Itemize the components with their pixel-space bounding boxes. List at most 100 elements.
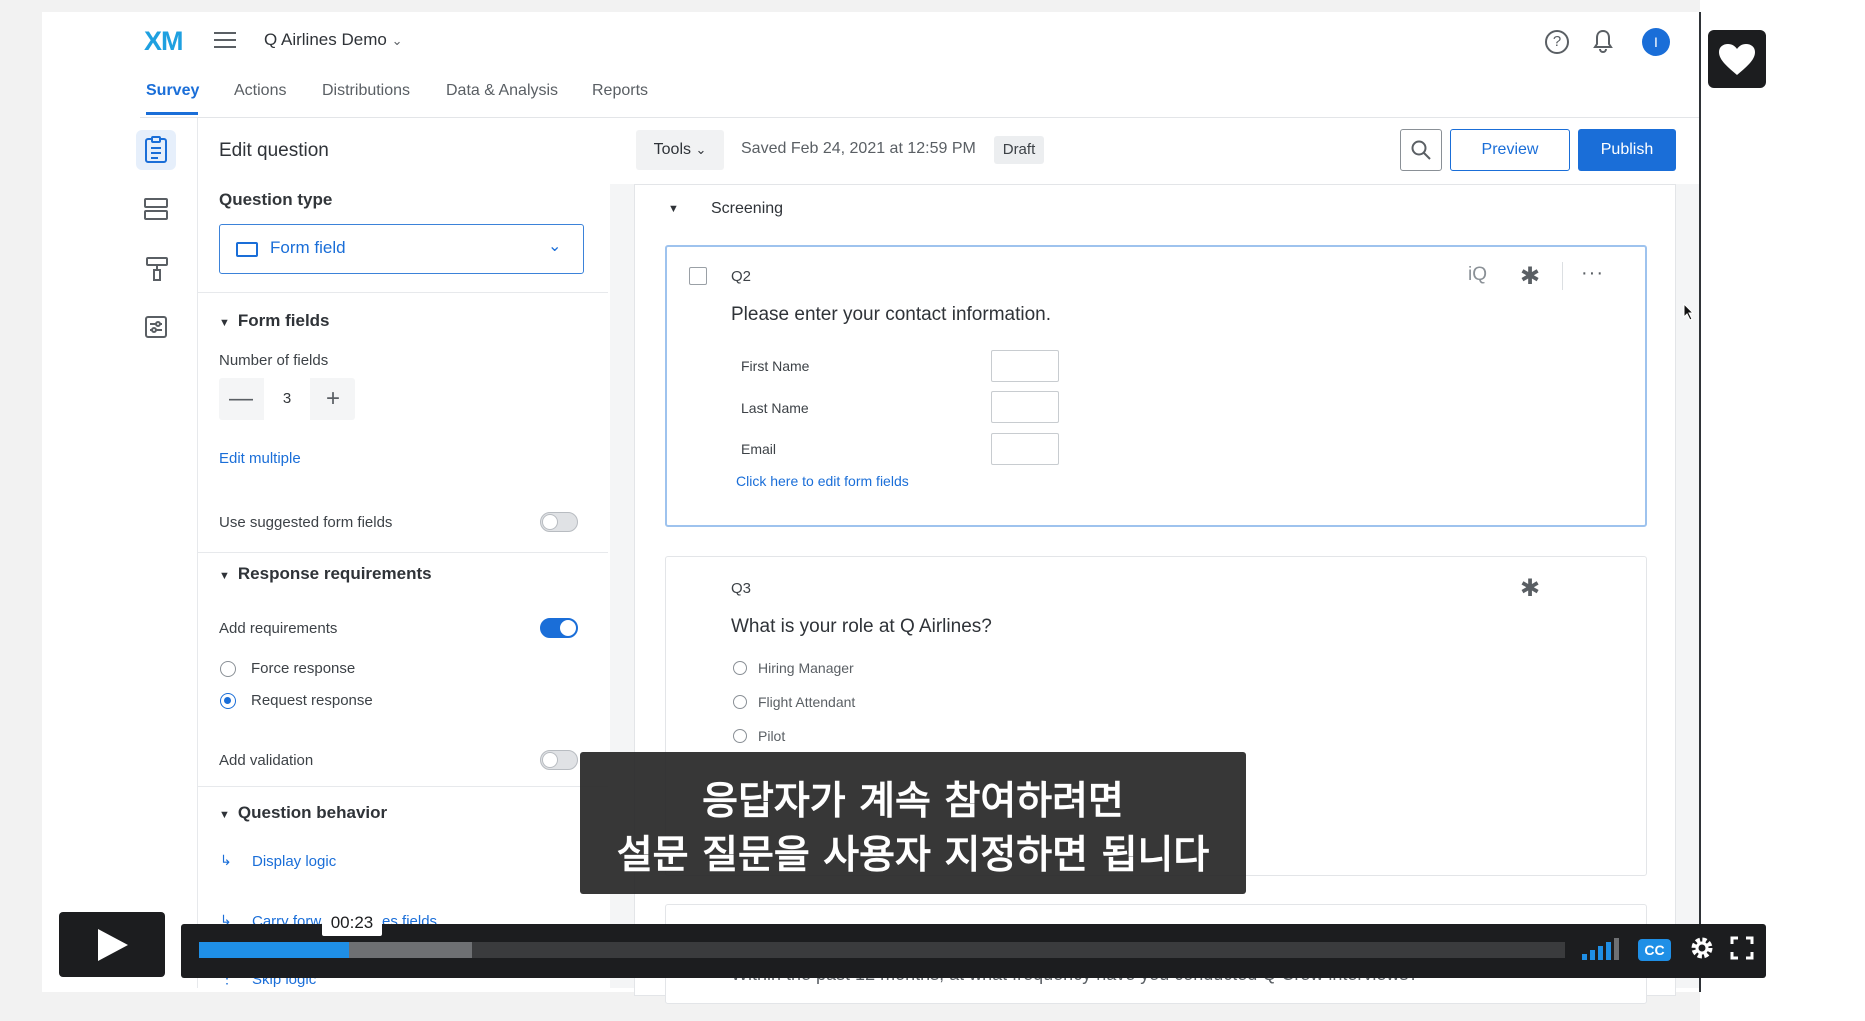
heart-icon	[1719, 44, 1755, 75]
fullscreen-icon[interactable]	[1730, 936, 1754, 965]
response-req-title: Response requirements	[237, 564, 432, 583]
display-logic-icon: ↳	[220, 852, 232, 868]
settings-gear-icon[interactable]	[1688, 934, 1716, 967]
volume-icon[interactable]	[1582, 938, 1622, 960]
caret-down-icon[interactable]: ▼	[668, 203, 679, 215]
tab-survey[interactable]: Survey	[146, 82, 199, 100]
panel-border	[197, 118, 198, 988]
edit-form-fields-link[interactable]: Click here to edit form fields	[736, 473, 909, 489]
active-tab-indicator	[146, 112, 198, 115]
asterisk-icon[interactable]: ✱	[1520, 574, 1540, 603]
captions-button[interactable]: CC	[1638, 939, 1671, 961]
request-response-radio[interactable]	[220, 693, 236, 709]
section-divider	[198, 786, 608, 787]
chevron-down-icon: ⌄	[391, 33, 403, 48]
question-behavior-section[interactable]: ▼ Question behavior	[219, 803, 387, 823]
question-behavior-title: Question behavior	[237, 803, 388, 822]
field-label-first-name: First Name	[741, 358, 810, 374]
tab-reports[interactable]: Reports	[592, 82, 648, 100]
play-button[interactable]	[59, 912, 165, 977]
number-of-fields-value[interactable]: 3	[264, 378, 310, 420]
response-req-section[interactable]: ▼ Response requirements	[219, 564, 432, 584]
caret-down-icon: ▼	[219, 570, 230, 582]
force-response-label: Force response	[251, 660, 356, 677]
question-text[interactable]: Please enter your contact information.	[731, 304, 1051, 326]
survey-options-icon[interactable]	[144, 315, 168, 344]
option-radio[interactable]	[733, 729, 747, 743]
section-divider	[198, 552, 608, 553]
use-suggested-label: Use suggested form fields	[219, 514, 393, 531]
question-type-label: Question type	[219, 190, 333, 209]
first-name-input[interactable]	[991, 350, 1059, 382]
draft-badge: Draft	[994, 136, 1044, 164]
tab-distributions[interactable]: Distributions	[322, 82, 410, 100]
mouse-cursor-icon	[1683, 302, 1695, 326]
form-fields-title: Form fields	[237, 311, 330, 330]
option-label: Hiring Manager	[758, 660, 854, 676]
menu-icon[interactable]	[214, 32, 236, 53]
tab-data-analysis[interactable]: Data & Analysis	[446, 82, 558, 100]
request-response-label: Request response	[251, 692, 373, 709]
increment-button[interactable]: +	[311, 378, 355, 420]
time-tooltip: 00:23	[322, 910, 382, 936]
survey-flow-icon[interactable]	[143, 197, 169, 226]
caret-down-icon: ▼	[219, 809, 230, 821]
question-id: Q2	[731, 268, 752, 285]
tools-label: Tools	[653, 141, 691, 158]
bell-icon[interactable]	[1592, 28, 1614, 59]
edit-multiple-link[interactable]: Edit multiple	[219, 450, 301, 467]
question-id: Q3	[731, 580, 752, 597]
help-icon[interactable]: ?	[1545, 30, 1569, 54]
progress-played	[199, 942, 349, 958]
search-button[interactable]	[1400, 129, 1442, 171]
decrement-button[interactable]: —	[219, 378, 263, 420]
last-name-input[interactable]	[991, 391, 1059, 423]
screen-edge	[1699, 12, 1701, 992]
option-radio[interactable]	[733, 661, 747, 675]
xm-logo[interactable]: XM	[144, 26, 183, 57]
form-fields-section[interactable]: ▼ Form fields	[219, 311, 330, 331]
add-requirements-label: Add requirements	[219, 620, 338, 637]
project-name: Q Airlines Demo	[264, 30, 387, 49]
publish-button[interactable]: Publish	[1578, 129, 1676, 171]
play-icon	[98, 929, 128, 961]
subtitle-line-2: 설문 질문을 사용자 지정하면 됩니다	[616, 833, 1210, 878]
project-switcher[interactable]: Q Airlines Demo ⌄	[264, 30, 402, 50]
option-label: Pilot	[758, 728, 786, 744]
display-logic-link[interactable]: Display logic	[252, 853, 336, 870]
add-validation-toggle[interactable]	[540, 750, 578, 770]
section-divider	[198, 292, 608, 293]
survey-builder-icon[interactable]	[143, 136, 169, 169]
option-radio[interactable]	[733, 695, 747, 709]
tab-actions[interactable]: Actions	[234, 82, 286, 100]
like-button[interactable]	[1708, 30, 1766, 88]
preview-button[interactable]: Preview	[1450, 129, 1570, 171]
subtitle-line-1: 응답자가 계속 참여하려면	[702, 779, 1124, 824]
field-label-last-name: Last Name	[741, 400, 809, 416]
user-avatar[interactable]: I	[1642, 28, 1670, 56]
force-response-radio[interactable]	[220, 661, 236, 677]
video-subtitle: 응답자가 계속 참여하려면 설문 질문을 사용자 지정하면 됩니다	[580, 752, 1246, 894]
saved-status: Saved Feb 24, 2021 at 12:59 PM	[741, 140, 976, 157]
form-field-icon	[236, 242, 258, 257]
block-title[interactable]: Screening	[711, 200, 783, 218]
question-select-checkbox[interactable]	[689, 267, 707, 285]
chevron-down-icon: ⌄	[695, 142, 707, 157]
paintbrush-icon[interactable]	[145, 256, 169, 287]
tools-button[interactable]: Tools ⌄	[636, 130, 724, 170]
option-label: Flight Attendant	[758, 694, 856, 710]
iq-icon[interactable]: iQ	[1468, 264, 1487, 286]
question-text[interactable]: What is your role at Q Airlines?	[731, 616, 992, 638]
asterisk-icon[interactable]: ✱	[1520, 262, 1540, 291]
number-of-fields-label: Number of fields	[219, 352, 329, 369]
field-label-email: Email	[741, 441, 777, 457]
question-type-value: Form field	[270, 238, 346, 257]
email-input[interactable]	[991, 433, 1059, 465]
panel-title: Edit question	[219, 140, 329, 161]
caret-down-icon: ▼	[219, 317, 230, 329]
use-suggested-toggle[interactable]	[540, 512, 578, 532]
more-options-icon[interactable]: ···	[1581, 262, 1604, 285]
chevron-down-icon: ⌄	[548, 238, 562, 255]
add-requirements-toggle[interactable]	[540, 618, 578, 638]
toolbar-divider	[1562, 262, 1563, 290]
